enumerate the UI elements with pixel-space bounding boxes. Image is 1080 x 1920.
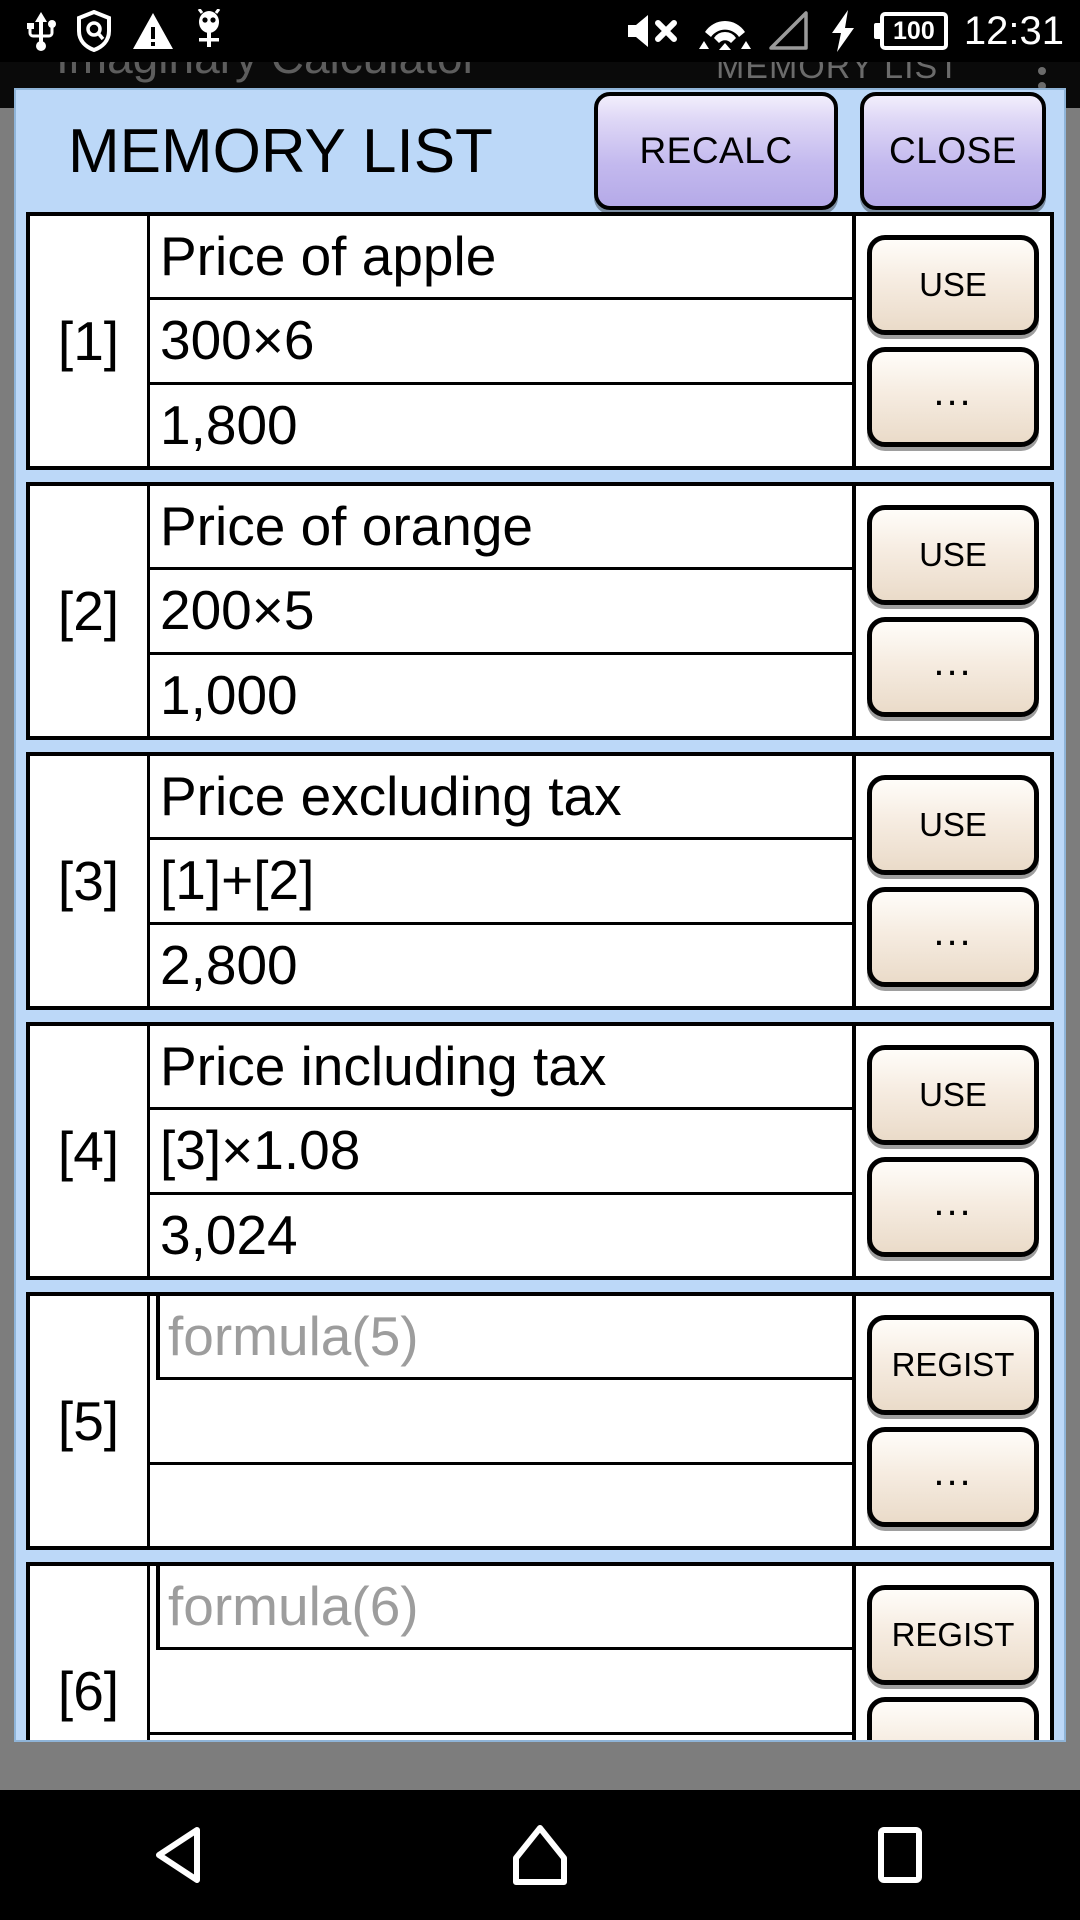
memory-row-fields: Price including tax [3]×1.08 3,024 [150, 1026, 852, 1276]
more-options-button[interactable]: ... [867, 616, 1039, 717]
memory-row-actions: USE... [852, 1026, 1050, 1276]
memory-row[interactable]: [2] Price of orange 200×5 1,000 USE... [26, 482, 1054, 740]
memory-formula-input-text: [1]+[2] [160, 849, 315, 912]
memory-formula-input[interactable] [150, 1650, 852, 1735]
home-button[interactable] [440, 1790, 640, 1920]
memory-row-actions: REGIST... [852, 1566, 1050, 1740]
dialog-title: MEMORY LIST [68, 116, 493, 186]
charging-bolt-icon [831, 10, 854, 52]
bug-icon [197, 9, 221, 47]
warning-triangle-icon [133, 13, 173, 49]
memory-name-input-text: Price of orange [160, 495, 533, 558]
more-options-button[interactable]: ... [867, 1696, 1039, 1740]
memory-row-fields: formula(5) [150, 1296, 852, 1546]
memory-name-input[interactable]: formula(5) [156, 1296, 852, 1381]
use-button[interactable]: USE [867, 505, 1039, 606]
memory-result-value-text: 1,800 [160, 393, 298, 456]
memory-result-value [150, 1735, 852, 1740]
status-clock: 12:31 [963, 9, 1064, 53]
memory-row-index: [1] [30, 216, 150, 466]
memory-name-input-text: formula(5) [168, 1305, 419, 1368]
more-options-button[interactable]: ... [867, 346, 1039, 447]
shield-icon [77, 10, 111, 52]
battery-icon: 100 [873, 12, 948, 50]
memory-formula-input[interactable]: [1]+[2] [150, 840, 852, 925]
memory-result-value: 2,800 [150, 925, 852, 1006]
memory-formula-input-text: 300×6 [160, 309, 315, 372]
battery-level: 100 [893, 16, 935, 45]
memory-row-fields: Price of orange 200×5 1,000 [150, 486, 852, 736]
memory-formula-input[interactable]: 300×6 [150, 300, 852, 385]
memory-formula-input[interactable]: 200×5 [150, 570, 852, 655]
more-options-button[interactable]: ... [867, 1156, 1039, 1257]
memory-list-dialog: MEMORY LIST RECALC CLOSE [1] Price of app… [14, 88, 1066, 1742]
memory-result-value [150, 1465, 852, 1546]
more-options-button[interactable]: ... [867, 886, 1039, 987]
memory-name-input[interactable]: Price including tax [150, 1026, 852, 1111]
memory-row-actions: USE... [852, 486, 1050, 736]
memory-row-index: [5] [30, 1296, 150, 1546]
use-button[interactable]: USE [867, 235, 1039, 336]
status-bar: 100 12:31 [0, 0, 1080, 62]
dialog-header-buttons: RECALC CLOSE [594, 92, 1046, 210]
memory-name-input[interactable]: formula(6) [156, 1566, 852, 1651]
recalc-button[interactable]: RECALC [594, 92, 838, 210]
memory-name-input[interactable]: Price of apple [150, 216, 852, 301]
memory-row[interactable]: [5] formula(5) REGIST... [26, 1292, 1054, 1550]
memory-row[interactable]: [1] Price of apple 300×6 1,800 USE... [26, 212, 1054, 470]
memory-result-value-text: 1,000 [160, 663, 298, 726]
android-nav-bar [0, 1790, 1080, 1920]
memory-row-fields: Price of apple 300×6 1,800 [150, 216, 852, 466]
use-button[interactable]: USE [867, 775, 1039, 876]
memory-row-actions: USE... [852, 216, 1050, 466]
mute-icon [627, 15, 677, 47]
recents-button[interactable] [800, 1790, 1000, 1920]
memory-result-value: 1,800 [150, 385, 852, 466]
memory-formula-input[interactable] [150, 1380, 852, 1465]
memory-name-input-text: formula(6) [168, 1575, 419, 1638]
back-button[interactable] [80, 1790, 280, 1920]
usb-icon [27, 12, 56, 51]
status-icons-right: 100 12:31 [624, 9, 1080, 53]
use-button[interactable]: USE [867, 1045, 1039, 1146]
memory-result-value-text: 2,800 [160, 933, 298, 996]
memory-row-fields: Price excluding tax [1]+[2] 2,800 [150, 756, 852, 1006]
memory-row-actions: USE... [852, 756, 1050, 1006]
memory-row-index: [6] [30, 1566, 150, 1740]
memory-result-value: 1,000 [150, 655, 852, 736]
memory-result-value-text: 3,024 [160, 1203, 298, 1266]
recents-square-icon [878, 1827, 922, 1883]
back-triangle-icon [156, 1827, 200, 1883]
regist-button[interactable]: REGIST [867, 1315, 1039, 1416]
memory-formula-input[interactable]: [3]×1.08 [150, 1110, 852, 1195]
home-pentagon-icon [513, 1825, 567, 1885]
memory-result-value: 3,024 [150, 1195, 852, 1276]
memory-formula-input-text: 200×5 [160, 579, 315, 642]
memory-row-actions: REGIST... [852, 1296, 1050, 1546]
memory-row-index: [4] [30, 1026, 150, 1276]
regist-button[interactable]: REGIST [867, 1585, 1039, 1686]
dialog-header: MEMORY LIST RECALC CLOSE [16, 90, 1064, 212]
memory-row-index: [3] [30, 756, 150, 1006]
memory-list[interactable]: [1] Price of apple 300×6 1,800 USE... [2] Pric… [16, 212, 1064, 1740]
memory-name-input-text: Price including tax [160, 1035, 607, 1098]
memory-row[interactable]: [3] Price excluding tax [1]+[2] 2,800 USE... [26, 752, 1054, 1010]
status-icons-left [0, 9, 224, 53]
close-button[interactable]: CLOSE [860, 92, 1046, 210]
more-options-button[interactable]: ... [867, 1426, 1039, 1527]
memory-name-input[interactable]: Price excluding tax [150, 756, 852, 841]
memory-name-input-text: Price excluding tax [160, 765, 622, 828]
memory-row-index: [2] [30, 486, 150, 736]
cell-signal-icon [769, 11, 808, 50]
memory-row[interactable]: [4] Price including tax [3]×1.08 3,024 USE..… [26, 1022, 1054, 1280]
memory-row-fields: formula(6) [150, 1566, 852, 1740]
wifi-icon [698, 21, 751, 50]
memory-name-input-text: Price of apple [160, 225, 497, 288]
memory-formula-input-text: [3]×1.08 [160, 1119, 361, 1182]
memory-name-input[interactable]: Price of orange [150, 486, 852, 571]
memory-row[interactable]: [6] formula(6) REGIST... [26, 1562, 1054, 1740]
